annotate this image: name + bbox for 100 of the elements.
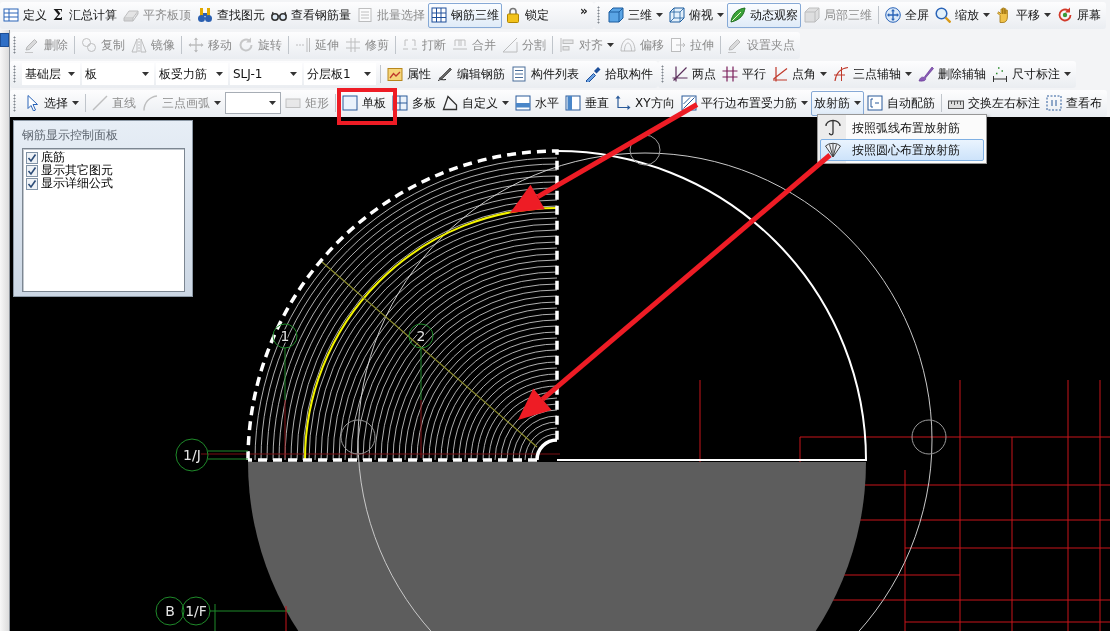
- toolbar-button[interactable]: 钢筋三维: [427, 2, 502, 28]
- dropdown-button[interactable]: 选择: [21, 90, 82, 116]
- dropdown-button[interactable]: 三点辅轴: [830, 61, 915, 87]
- toolbar-button[interactable]: 定义: [0, 2, 50, 28]
- frame-lines-icon: [452, 37, 468, 53]
- rotate-icon: [1056, 7, 1073, 23]
- square-icon: [342, 95, 358, 111]
- combo-box[interactable]: SLJ-1: [230, 63, 302, 85]
- pen-icon: [437, 66, 453, 82]
- toolbar-button[interactable]: 垂直: [562, 90, 612, 116]
- toolbar-button[interactable]: 屏幕: [1053, 2, 1104, 28]
- cube-icon: [803, 7, 820, 23]
- axes-icon: [615, 95, 631, 111]
- bracket-lines-icon: [402, 37, 418, 53]
- grid-icon: [430, 7, 447, 23]
- dropdown-button[interactable]: 点角: [769, 61, 830, 87]
- panel-title: 钢筋显示控制面板: [22, 127, 119, 144]
- checkbox[interactable]: [26, 164, 38, 177]
- toolbar-button[interactable]: Σ 汇总计算: [50, 2, 120, 28]
- axis-bubble: [155, 596, 185, 626]
- arch-icon: [620, 37, 636, 53]
- toolbar-button[interactable]: 拾取构件: [582, 61, 656, 87]
- pen-icon: [24, 37, 40, 53]
- arc-icon: [142, 95, 158, 111]
- axis-bubble: [408, 323, 434, 349]
- axis-bubble: [181, 596, 211, 626]
- pen-icon: [727, 37, 743, 53]
- line-icon: [92, 95, 108, 111]
- option-label: 显示详细公式: [41, 177, 113, 190]
- eyedropper-icon: [585, 66, 601, 82]
- highlight-frame: [337, 88, 397, 125]
- cube-icon: [607, 7, 624, 23]
- list-icon: [356, 7, 373, 23]
- four-way-arrow-icon: [188, 37, 204, 53]
- overflow-button[interactable]: »: [575, 3, 592, 19]
- toolbar-grip[interactable]: [13, 36, 16, 54]
- toolbar-button[interactable]: 自动配筋: [863, 90, 938, 116]
- combo-box[interactable]: [225, 92, 281, 114]
- toolbar-button[interactable]: 构件列表: [508, 61, 582, 87]
- dropdown-button[interactable]: 平移: [992, 2, 1054, 28]
- leaf-icon: [729, 7, 746, 23]
- toolbar-button[interactable]: 编辑钢筋: [434, 61, 508, 87]
- menu-item[interactable]: 按照弧线布置放射筋: [820, 117, 984, 139]
- dropdown-button[interactable]: 放射筋: [810, 90, 864, 116]
- combo-box[interactable]: 板: [82, 63, 154, 85]
- toolbar-button[interactable]: 查找图元: [193, 2, 268, 28]
- toolbar-button[interactable]: 查看钢筋量: [267, 2, 354, 28]
- combo-box[interactable]: 分层板1: [304, 63, 376, 85]
- checkbox[interactable]: [26, 151, 38, 164]
- option-label: 显示其它图元: [41, 164, 113, 177]
- caret-icon: [142, 72, 149, 76]
- toolbar-button[interactable]: 删除辅轴: [915, 61, 989, 87]
- toolbar-button[interactable]: 单板: [339, 90, 389, 116]
- axis-label: B: [165, 603, 175, 619]
- caret-icon: [68, 72, 75, 76]
- magnifier-icon: [934, 7, 951, 23]
- dropdown-button[interactable]: 缩放: [931, 2, 993, 28]
- crossed-lines-icon: [672, 66, 688, 82]
- dropdown-button[interactable]: 平行边布置受力筋: [677, 90, 811, 116]
- dashed-frame-icon: [1045, 95, 1062, 111]
- four-way-arrow-icon: [884, 7, 901, 23]
- bracket-icon: [866, 95, 883, 111]
- column-circle: [629, 134, 661, 166]
- menu-item[interactable]: 按照圆心布置放射筋: [820, 139, 984, 161]
- axis-label: 1/J: [183, 447, 201, 463]
- checkbox[interactable]: [26, 177, 38, 190]
- toolbar-button[interactable]: XY方向: [612, 90, 678, 116]
- toolbar-grip[interactable]: [596, 6, 600, 24]
- chart-icon: [387, 66, 403, 82]
- dropdown-button[interactable]: 自定义: [439, 90, 512, 116]
- toolbar-grip[interactable]: [13, 65, 16, 83]
- hash-icon: [722, 66, 738, 82]
- toolbar-button[interactable]: 交换左右标注: [944, 90, 1043, 116]
- mirror-icon: [131, 37, 147, 53]
- dropdown-button[interactable]: 三维: [604, 2, 666, 28]
- binoculars-icon: [196, 7, 213, 23]
- toolbar-button[interactable]: 属性: [384, 61, 434, 87]
- toolbar-grip[interactable]: [13, 94, 16, 112]
- toolbar-grip[interactable]: [661, 65, 664, 83]
- dropdown-button[interactable]: 尺寸标注: [989, 61, 1074, 87]
- combo-box[interactable]: 板受力筋: [156, 63, 228, 85]
- toolbar-button[interactable]: 全屏: [881, 2, 932, 28]
- toolbar-button[interactable]: 查看布: [1042, 90, 1105, 116]
- toolbar-button[interactable]: 平行: [719, 61, 769, 87]
- column-circle: [340, 419, 376, 455]
- toolbar-button[interactable]: 水平: [512, 90, 562, 116]
- lock-icon: [504, 7, 521, 23]
- toolbar-button[interactable]: 两点: [669, 61, 719, 87]
- toolbar-button[interactable]: 锁定: [501, 2, 552, 28]
- fan-icon: [824, 141, 842, 159]
- horizontal-bar-icon: [515, 95, 531, 111]
- dropdown-button[interactable]: 俯视: [665, 2, 727, 28]
- umbrella-icon: [824, 119, 842, 137]
- toolbar-button[interactable]: 动态观察: [726, 2, 801, 28]
- combo-box[interactable]: 基础层: [22, 63, 80, 85]
- option-label: 底筋: [41, 151, 65, 164]
- polygon-icon: [442, 95, 458, 111]
- align-left-icon: [559, 37, 575, 53]
- toolbar-button[interactable]: 多板: [389, 90, 439, 116]
- dashed-line-icon: [295, 37, 311, 53]
